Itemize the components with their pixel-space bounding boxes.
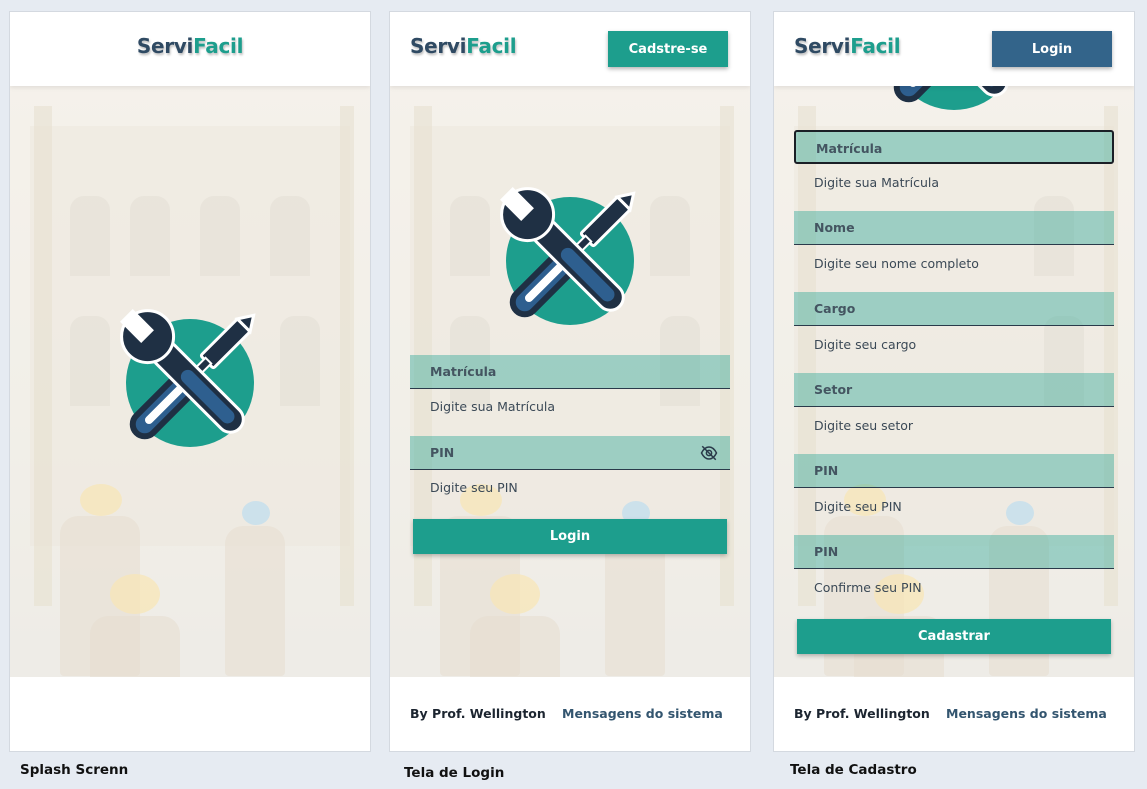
caption-login: Tela de Login xyxy=(404,765,505,781)
caption-signup: Tela de Cadastro xyxy=(790,762,917,778)
matricula-label: Matrícula xyxy=(816,141,883,156)
matricula-placeholder: Digite sua Matrícula xyxy=(814,175,940,190)
matricula-label: Matrícula xyxy=(430,364,497,379)
nome-placeholder: Digite seu nome completo xyxy=(814,256,979,271)
nome-label: Nome xyxy=(814,220,855,235)
setor-placeholder: Digite seu setor xyxy=(814,418,914,433)
matricula-field[interactable]: Matrícula xyxy=(410,355,730,389)
pin-field[interactable]: PIN xyxy=(410,436,730,470)
cargo-placeholder: Digite seu cargo xyxy=(814,337,917,352)
setor-label: Setor xyxy=(814,382,853,397)
login-nav-button[interactable]: Login xyxy=(992,31,1112,67)
login-button[interactable]: Login xyxy=(413,519,727,554)
cargo-label: Cargo xyxy=(814,301,856,316)
signup-button[interactable]: Cadstre-se xyxy=(608,31,728,67)
tools-logo-icon xyxy=(500,187,640,327)
app-header: ServiFacil xyxy=(10,12,370,86)
signup-screen: ServiFacil Login Matrícula Digite sua Ma… xyxy=(773,11,1135,752)
login-screen: ServiFacil Cadstre-se Matrícula Digite s… xyxy=(389,11,751,752)
pin-placeholder: Digite seu PIN xyxy=(430,480,518,495)
system-messages-link[interactable]: Mensagens do sistema xyxy=(562,706,723,721)
app-header: ServiFacil Cadstre-se xyxy=(390,12,750,86)
caption-splash: Splash Screnn xyxy=(20,762,129,778)
system-messages-link[interactable]: Mensagens do sistema xyxy=(946,706,1107,721)
pin-label: PIN xyxy=(814,463,839,478)
footer: By Prof. Wellington Mensagens do sistema xyxy=(390,677,750,751)
pin-placeholder: Digite seu PIN xyxy=(814,499,902,514)
splash-screen: ServiFacil xyxy=(9,11,371,752)
tools-logo-icon xyxy=(120,309,260,449)
register-button[interactable]: Cadastrar xyxy=(797,619,1111,654)
matricula-field[interactable]: Matrícula xyxy=(794,130,1114,164)
matricula-placeholder: Digite sua Matrícula xyxy=(430,399,556,414)
pin-confirm-field[interactable]: PIN xyxy=(794,535,1114,569)
footer: By Prof. Wellington Mensagens do sistema xyxy=(774,677,1134,751)
author-credit: By Prof. Wellington xyxy=(794,706,930,721)
cargo-field[interactable]: Cargo xyxy=(794,292,1114,326)
author-credit: By Prof. Wellington xyxy=(410,706,546,721)
pin-field[interactable]: PIN xyxy=(794,454,1114,488)
app-logo-text: ServiFacil xyxy=(794,34,901,58)
nome-field[interactable]: Nome xyxy=(794,211,1114,245)
pin-confirm-label: PIN xyxy=(814,544,839,559)
pin-label: PIN xyxy=(430,445,455,460)
app-header: ServiFacil Login xyxy=(774,12,1134,86)
app-logo-text: ServiFacil xyxy=(410,34,517,58)
eye-off-icon[interactable] xyxy=(700,444,718,462)
setor-field[interactable]: Setor xyxy=(794,373,1114,407)
pin-confirm-placeholder: Confirme seu PIN xyxy=(814,580,922,595)
app-logo-text: ServiFacil xyxy=(136,34,244,58)
